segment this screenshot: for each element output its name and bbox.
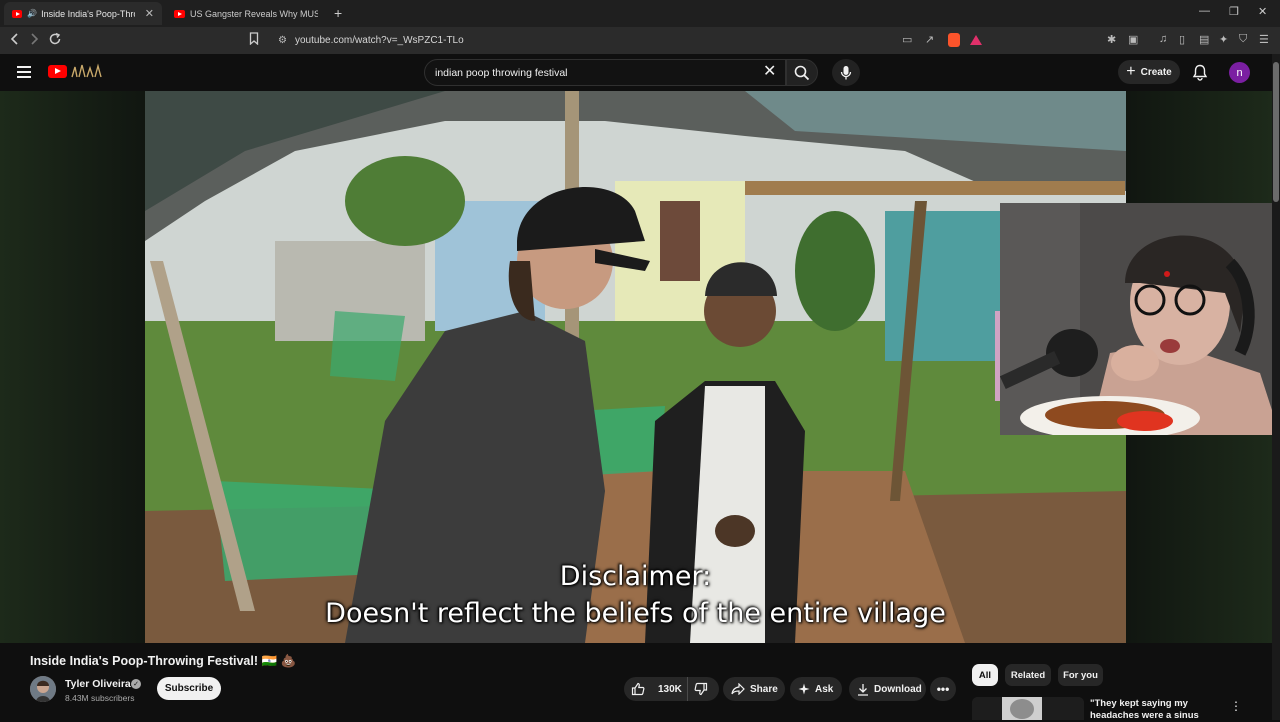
chip-for-you[interactable]: For you <box>1058 664 1103 686</box>
browser-tab[interactable]: US Gangster Reveals Why MUSLIMS <box>166 2 326 25</box>
share-label: Share <box>750 683 778 695</box>
reload-icon[interactable] <box>48 32 62 49</box>
subtitle-line-1: Disclaimer: <box>559 561 712 592</box>
more-horizontal-icon: ••• <box>936 682 950 696</box>
new-tab-button[interactable]: + <box>334 5 342 21</box>
microphone-icon <box>840 65 852 79</box>
forward-icon[interactable] <box>28 32 40 49</box>
verified-check-icon: ✓ <box>131 679 141 689</box>
plus-icon: + <box>1126 63 1136 80</box>
chip-all[interactable]: All <box>972 664 998 686</box>
minimize-icon[interactable]: — <box>1199 5 1210 17</box>
speaker-icon[interactable]: 🔊 <box>27 9 37 18</box>
close-tab-icon[interactable]: ✕ <box>145 7 154 20</box>
chip-related[interactable]: Related <box>1005 664 1051 686</box>
restore-icon[interactable]: ❐ <box>1229 5 1239 18</box>
sidebar-icon[interactable]: ▯ <box>1179 33 1185 46</box>
brave-rewards-icon[interactable] <box>970 35 982 45</box>
account-avatar[interactable]: n <box>1229 62 1250 83</box>
clear-search-icon[interactable]: ✕ <box>763 64 776 80</box>
search-button[interactable] <box>786 59 818 86</box>
video-details: Inside India's Poop-Throwing Festival! 🇮… <box>0 643 1272 722</box>
like-dislike-group: 130K <box>624 677 719 701</box>
like-count: 130K <box>658 683 682 695</box>
channel-avatar[interactable] <box>30 676 56 702</box>
video-title: Inside India's Poop-Throwing Festival! 🇮… <box>30 654 297 668</box>
youtube-favicon <box>12 9 23 18</box>
brave-shields-icon[interactable] <box>948 33 960 47</box>
guide-menu-icon[interactable] <box>17 66 31 78</box>
channel-name[interactable]: Tyler Oliveira <box>65 678 131 690</box>
screenshot-icon[interactable]: ▣ <box>1128 33 1138 46</box>
leo-ai-icon[interactable]: ✦ <box>1219 33 1228 46</box>
site-settings-icon[interactable]: ⚙ <box>278 35 287 46</box>
download-button[interactable]: Download <box>849 677 926 701</box>
ask-label: Ask <box>815 683 834 695</box>
subscribe-button[interactable]: Subscribe <box>157 677 221 700</box>
address-bar[interactable]: ⚙ youtube.com/watch?v=_WsPZC1-TLo <box>270 31 990 50</box>
search-input[interactable]: indian poop throwing festival <box>424 59 786 86</box>
browser-tab-bar: 🔊 Inside India's Poop-Throwing ✕ US Gang… <box>0 0 1280 27</box>
streamer-image <box>1000 203 1280 435</box>
menu-icon[interactable]: ☰ <box>1259 33 1269 46</box>
download-icon <box>858 683 868 696</box>
search-icon <box>794 65 810 80</box>
youtube-logo[interactable] <box>48 65 67 78</box>
notifications-icon[interactable] <box>1192 64 1208 86</box>
sparkle-icon <box>798 683 810 695</box>
like-button[interactable]: 130K <box>624 677 688 701</box>
thumbs-up-icon <box>631 682 645 696</box>
create-label: Create <box>1140 66 1172 78</box>
dislike-button[interactable] <box>688 682 718 696</box>
subtitle-line-2: Doesn't reflect the beliefs of the entir… <box>325 598 946 629</box>
bookmark-icon[interactable] <box>249 32 259 48</box>
extensions-icon[interactable]: ✱ <box>1107 33 1116 46</box>
cast-icon[interactable]: ▭ <box>902 33 912 46</box>
share-icon <box>731 683 745 695</box>
wallet-icon[interactable]: ▤ <box>1199 33 1209 46</box>
vpn-icon[interactable]: ⛉ <box>1239 33 1247 46</box>
tab-label: US Gangster Reveals Why MUSLIMS <box>190 8 318 19</box>
music-icon[interactable]: ♫ <box>1159 33 1167 45</box>
recommended-thumbnail[interactable] <box>972 697 1084 720</box>
more-actions-button[interactable]: ••• <box>930 677 956 701</box>
share-button[interactable]: Share <box>723 677 785 701</box>
voice-search-button[interactable] <box>832 59 860 86</box>
doodle-logo[interactable] <box>70 63 103 79</box>
ask-button[interactable]: Ask <box>790 677 842 701</box>
url-text: youtube.com/watch?v=_WsPZC1-TLo <box>295 35 464 46</box>
search-query: indian poop throwing festival <box>435 66 568 79</box>
video-player[interactable]: Disclaimer: Doesn't reflect the beliefs … <box>145 91 1126 643</box>
browser-toolbar: ⚙ youtube.com/watch?v=_WsPZC1-TLo ▭ ↗ ✱ … <box>0 27 1280 54</box>
more-vertical-icon[interactable]: ⋮ <box>1230 699 1242 713</box>
thumbs-down-icon <box>694 682 707 696</box>
close-window-icon[interactable]: ✕ <box>1258 5 1267 18</box>
browser-tab-active[interactable]: 🔊 Inside India's Poop-Throwing ✕ <box>4 2 162 25</box>
back-icon[interactable] <box>9 32 21 49</box>
subscriber-count: 8.43M subscribers <box>65 693 135 703</box>
youtube-favicon <box>174 9 185 18</box>
share-page-icon[interactable]: ↗ <box>925 33 934 46</box>
facecam-overlay <box>1000 203 1280 435</box>
scrollbar-thumb[interactable] <box>1273 62 1279 202</box>
recommended-title[interactable]: "They kept saying my headaches were a si… <box>1090 698 1220 722</box>
create-button[interactable]: + Create <box>1118 60 1180 84</box>
download-label: Download <box>874 683 922 695</box>
youtube-header: indian poop throwing festival ✕ + Create… <box>0 54 1280 91</box>
tab-label: Inside India's Poop-Throwing <box>41 8 135 19</box>
